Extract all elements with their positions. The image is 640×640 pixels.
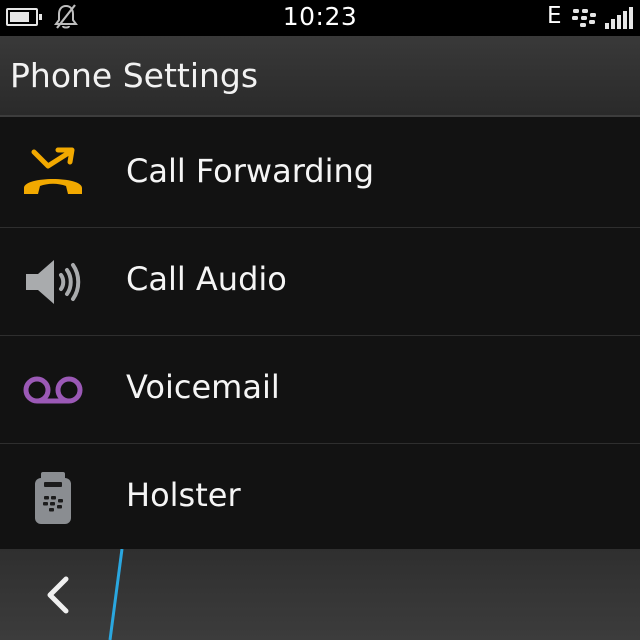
call-forwarding-arrow — [31, 149, 73, 169]
action-bar — [0, 549, 640, 640]
settings-item-call-audio[interactable]: Call Audio — [0, 228, 640, 336]
settings-list: Call Forwarding Call Audio Voicemail Hol… — [0, 120, 640, 552]
signal-strength-icon — [605, 7, 633, 29]
settings-item-label: Voicemail — [126, 368, 280, 406]
phone-settings-screen: 10:23 E Phone Settings Call Forwarding C… — [0, 0, 640, 640]
page-title: Phone Settings — [10, 56, 259, 95]
settings-item-call-forwarding[interactable]: Call Forwarding — [0, 120, 640, 228]
back-button[interactable] — [0, 549, 120, 640]
blackberry-logo-icon — [572, 9, 596, 27]
settings-item-label: Holster — [126, 476, 241, 514]
status-time: 10:23 — [282, 2, 358, 31]
settings-item-label: Call Audio — [126, 260, 287, 298]
speaker-icon — [26, 260, 81, 304]
back-chevron-icon — [47, 576, 69, 614]
title-bar: Phone Settings — [0, 36, 640, 117]
network-type-indicator: E — [547, 3, 562, 29]
voicemail-icon — [23, 376, 83, 404]
settings-item-holster[interactable]: Holster — [0, 444, 640, 552]
settings-item-label: Call Forwarding — [126, 152, 375, 190]
holster-icon — [35, 472, 71, 524]
status-bar: 10:23 E — [0, 0, 640, 36]
settings-item-voicemail[interactable]: Voicemail — [0, 336, 640, 444]
call-forwarding-icon — [24, 147, 82, 194]
